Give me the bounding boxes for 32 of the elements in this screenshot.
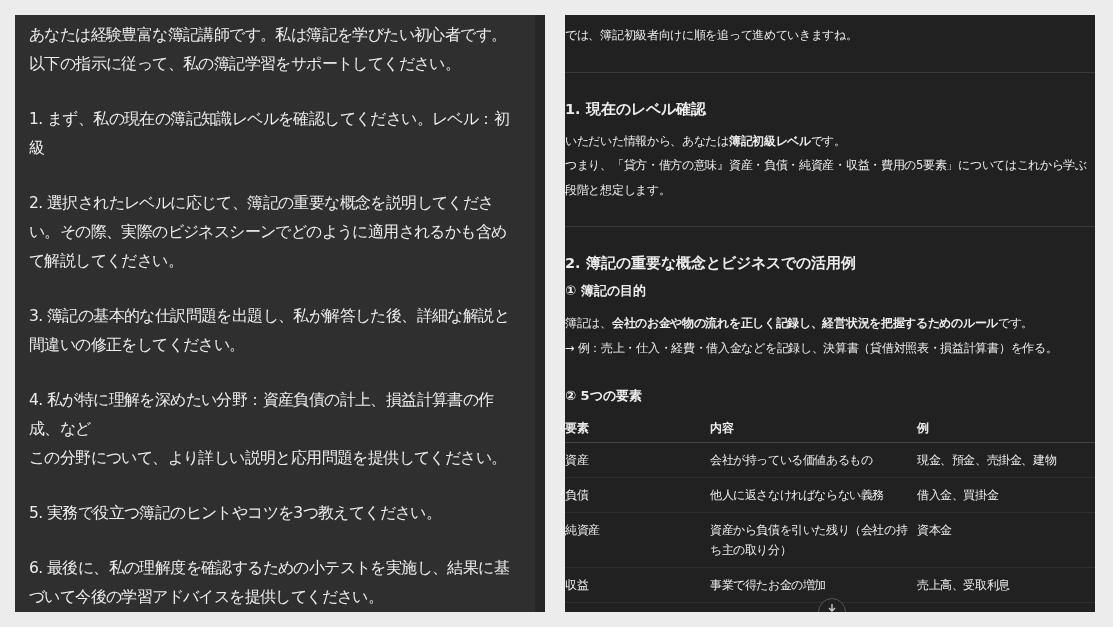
table-cell: 資産 bbox=[565, 442, 710, 478]
response-text: では、簿記初級者向けに順を追って進めていきますね。 bbox=[565, 27, 859, 44]
prompt-text: 5. 実務で役立つ簿記のヒントやコツを3つ教えてください。 bbox=[29, 503, 443, 524]
table-cell: 会社が持っている価値あるもの bbox=[710, 442, 917, 478]
prompt-text: 2. 選択されたレベルに応じて、簿記の重要な概念を説明してください。その際、実際のビジネスシーンでどのように適用されるかも含めて解説してください。 bbox=[29, 193, 508, 272]
prompt-text: この分野について、より詳しい説明と応用問題を提供してください。 bbox=[29, 448, 508, 469]
prompt-text: 4. 私が特に理解を深めたい分野：資産負債の計上、損益計算書の作成、など bbox=[29, 390, 495, 440]
prompt-text: 3. 簿記の基本的な仕訳問題を出題し、私が解答した後、詳細な解説と間違いの修正をしてください。 bbox=[29, 306, 510, 356]
table-cell: 資産から負債を引いた残り（会社の持ち主の取り分） bbox=[710, 512, 917, 568]
prompt-text: 6. 最後に、私の理解度を確認するための小テストを実施し、結果に基づいて今後の学習アドバイスを提供してください。 bbox=[29, 558, 510, 608]
subsection-heading: ② 5つの要素 bbox=[565, 387, 643, 405]
section-heading: 1. 現在のレベル確認 bbox=[565, 99, 707, 119]
response-text: → 例：売上・仕入・経費・借入金などを記録し、決算書（貸借対照表・損益計算書）を作る。 bbox=[565, 339, 1059, 357]
table-cell: 借入金、買掛金 bbox=[917, 477, 1095, 513]
column-header: 要素 bbox=[565, 414, 710, 443]
subsection-heading: ① 簿記の目的 bbox=[565, 282, 647, 300]
section-heading: 2. 簿記の重要な概念とビジネスでの活用例 bbox=[565, 254, 857, 273]
column-header: 例 bbox=[917, 414, 1095, 443]
table-cell: 他人に返さなければならない義務 bbox=[710, 477, 917, 513]
table-cell: 売上高、受取利息 bbox=[917, 567, 1095, 603]
table-cell: 資本金 bbox=[917, 512, 1095, 568]
column-header: 内容 bbox=[710, 414, 917, 443]
table-cell: 収益 bbox=[565, 567, 710, 603]
prompt-text: あなたは経験豊富な簿記講師です。私は簿記を学びたい初心者です。以下の指示に従って、私の簿記学習をサポートしてください。 bbox=[29, 25, 508, 75]
table-cell: 純資産 bbox=[565, 512, 710, 568]
response-text: いただいた情報から、あなたは簿記初級レベルです。 bbox=[565, 132, 847, 150]
table-cell: 現金、預金、売掛金、建物 bbox=[917, 442, 1095, 478]
response-text: 簿記は、会社のお金や物の流れを正しく記録し、経営状況を把握するためのルールです。 bbox=[565, 315, 1035, 332]
arrow-down-icon bbox=[827, 603, 837, 612]
prompt-text: 1. まず、私の現在の簿記知識レベルを確認してください。レベル：初級 bbox=[29, 109, 510, 159]
table-cell: 負債 bbox=[565, 477, 710, 513]
response-text: つまり、「貸方・借方の意味』資産・負債・純資産・収益・費用の5要素」についてはこれから学ぶ段階と想定します。 bbox=[565, 157, 1088, 199]
